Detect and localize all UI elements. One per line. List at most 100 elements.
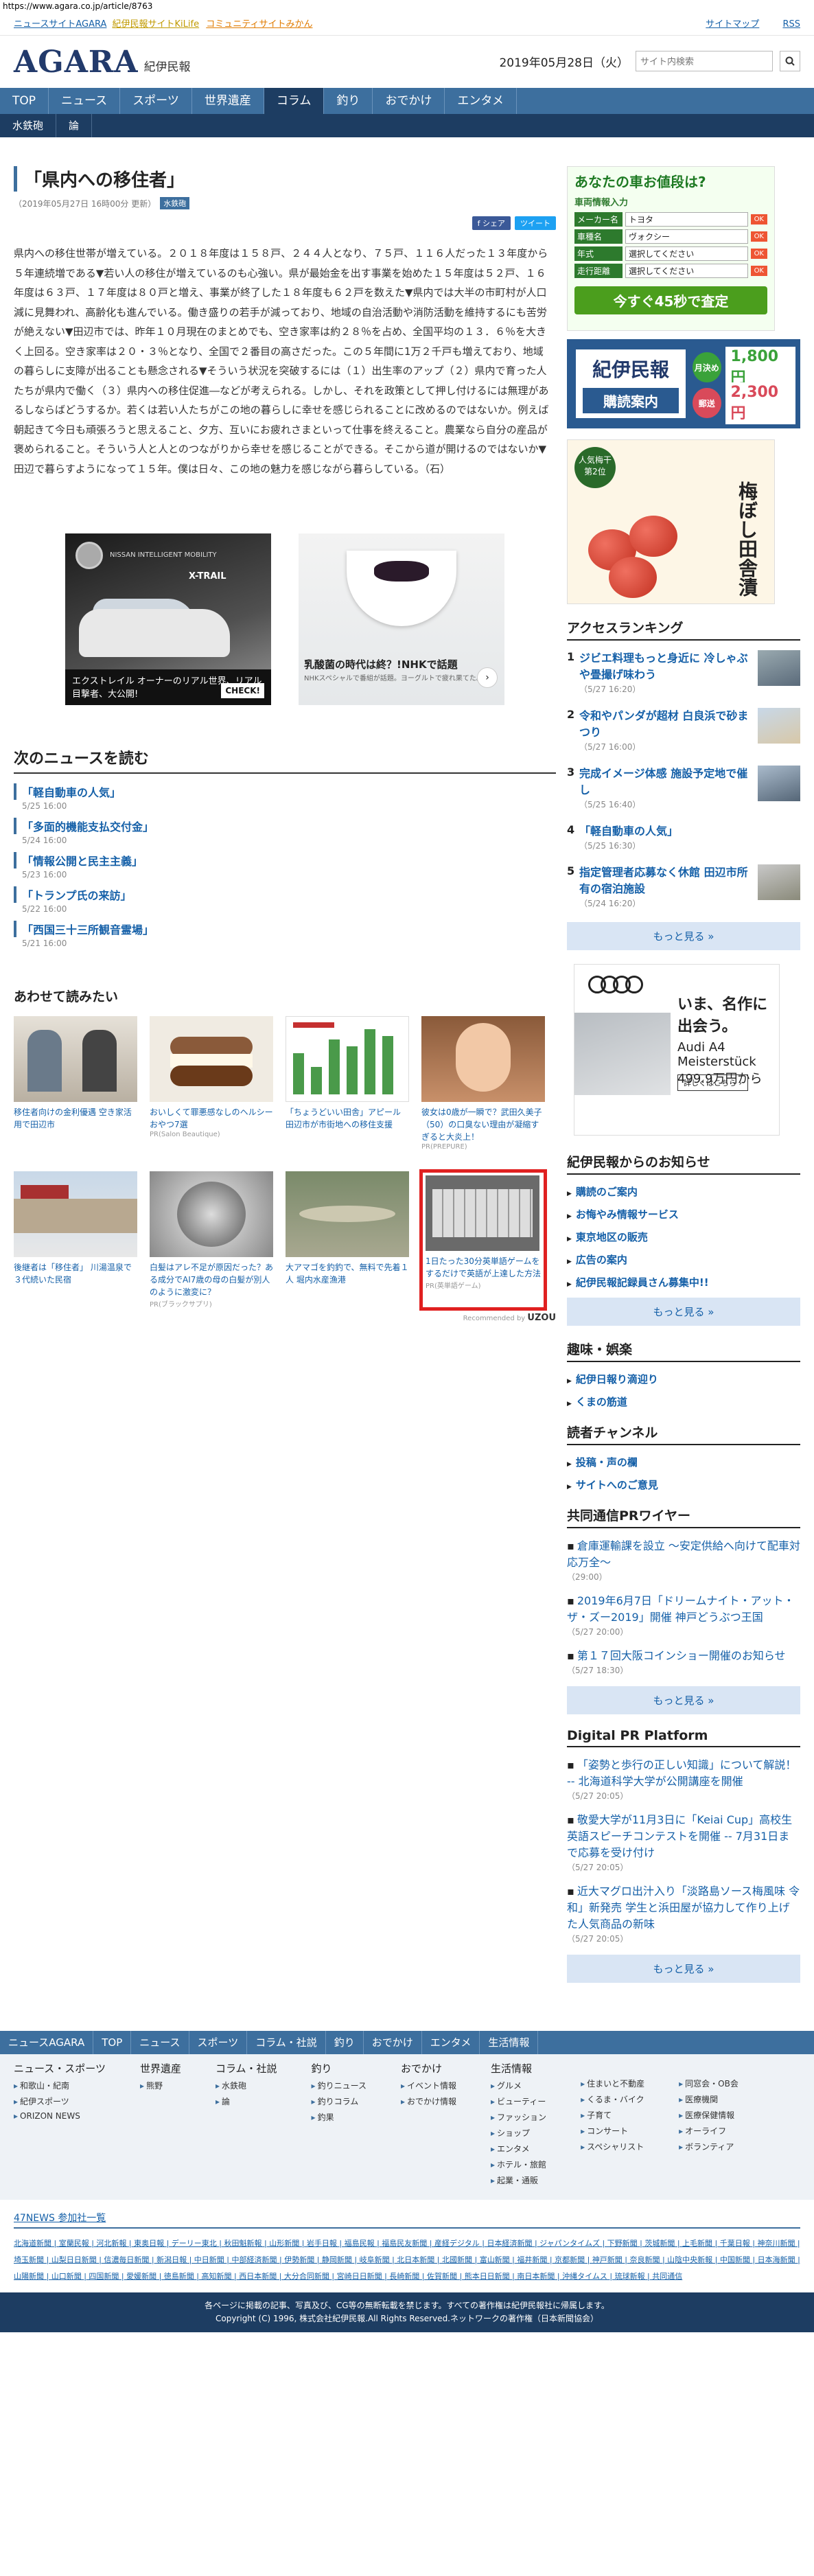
footer-link[interactable]: 水鉄砲 — [216, 2080, 277, 2091]
car-ad-ok-button[interactable]: OK — [750, 266, 767, 276]
prwire-more-button[interactable]: もっと見る » — [567, 1686, 800, 1714]
footer-link[interactable]: 起業・通販 — [491, 2174, 546, 2186]
next-news-link[interactable]: 「情報公開と民主主義」 — [14, 852, 143, 869]
search-button[interactable] — [780, 51, 800, 71]
car-appraisal-ad[interactable]: あなたの車お値段は? 車両情報入力 メーカー名 トヨタ OK 車種名 ヴォクシー OK … — [567, 166, 775, 331]
notice-link[interactable]: 東京地区の販売 — [567, 1230, 800, 1244]
reader-link[interactable]: サイトへのご意見 — [567, 1477, 800, 1492]
nav-outing[interactable]: おでかけ — [373, 88, 445, 114]
top-link-kilife[interactable]: 紀伊民報サイトKiLife — [113, 19, 200, 30]
subnav-mizudeppo[interactable]: 水鉄砲 — [0, 114, 57, 137]
footer-nav-item[interactable]: TOP — [93, 2031, 132, 2054]
related-card[interactable]: 「ちょうどいい田舎」アピール 田辺市が市街地への移住支援 — [286, 1016, 409, 1151]
prwire-title[interactable]: 倉庫運輸課を設立 ～安定供給へ向けて配車対応万全～ — [567, 1539, 800, 1569]
related-card[interactable]: 移住者向けの金利優遇 空き家活用で田辺市 — [14, 1016, 137, 1151]
rank-title[interactable]: ジビエ料理もっと身近に 冷しゃぶや畳撮げ味わう — [579, 652, 748, 681]
audi-cta-button[interactable]: 詳しくはこちら › — [677, 1074, 748, 1091]
footer-nav-item[interactable]: おでかけ — [364, 2031, 422, 2054]
prwire-item[interactable]: 第１７回大阪コインショー開催のお知らせ （5/27 18:30） — [567, 1648, 800, 1677]
footer-nav-item[interactable]: コラム・社説 — [247, 2031, 326, 2054]
footer-link[interactable]: ショップ — [491, 2127, 546, 2139]
notice-more-button[interactable]: もっと見る » — [567, 1298, 800, 1326]
nav-news[interactable]: ニュース — [49, 88, 121, 114]
digitalpr-more-button[interactable]: もっと見る » — [567, 1955, 800, 1983]
next-news-link[interactable]: 「多面的機能支払交付金」 — [14, 818, 154, 834]
footer-link[interactable]: コンサート — [581, 2125, 644, 2137]
sitemap-link[interactable]: サイトマップ — [706, 19, 759, 30]
footer-nav-item[interactable]: 釣り — [326, 2031, 364, 2054]
ranking-more-button[interactable]: もっと見る » — [567, 922, 800, 950]
footer-link[interactable]: ファッション — [491, 2111, 546, 2123]
footer-link[interactable]: 医療保健情報 — [679, 2109, 739, 2121]
related-card[interactable]: おいしくて罪悪感なしのヘルシーおやつ7選 PR(Salon Beautique) — [150, 1016, 273, 1151]
rank-title[interactable]: 「軽自動車の人気」 — [579, 825, 678, 838]
prwire-item[interactable]: 倉庫運輸課を設立 ～安定供給へ向けて配車対応万全～ （29:00） — [567, 1538, 800, 1583]
notice-link[interactable]: お悔やみ情報サービス — [567, 1207, 800, 1221]
car-ad-select[interactable]: ヴォクシー — [625, 229, 748, 244]
footer-nav-item[interactable]: ニュース — [131, 2031, 189, 2054]
uzou-logo[interactable]: UZOU — [527, 1313, 556, 1323]
footer-link[interactable]: 子育て — [581, 2109, 644, 2121]
audi-ad[interactable]: いま、名作に出会う。 Audi A4 Meisterstück 499.9万円か… — [574, 964, 780, 1136]
footer-link[interactable]: 論 — [216, 2095, 277, 2107]
related-card[interactable]: 後継者は「移住者」 川湯温泉で３代続いた民宿 — [14, 1171, 137, 1309]
nav-column[interactable]: コラム — [264, 88, 325, 114]
digitalpr-title[interactable]: 敬愛大学が11月3日に「Keiai Cup」高校生英語スピーチコンテストを開催 … — [567, 1813, 792, 1859]
footer-link[interactable]: 釣りコラム — [312, 2095, 367, 2107]
car-ad-select[interactable]: トヨタ — [625, 212, 748, 227]
rank-title[interactable]: 令和やパンダが超材 白良浜で砂まつり — [579, 709, 748, 739]
rss-link[interactable]: RSS — [782, 19, 800, 30]
footer-link[interactable]: 釣りニュース — [312, 2080, 367, 2091]
digitalpr-item[interactable]: 敬愛大学が11月3日に「Keiai Cup」高校生英語スピーチコンテストを開催 … — [567, 1812, 800, 1874]
related-card-highlighted[interactable]: 1日たった30分英単語ゲームをするだけで英語が上達した方法 PR(英単語ゲーム) — [419, 1169, 547, 1311]
footer-link[interactable]: ボランティア — [679, 2141, 739, 2152]
car-ad-ok-button[interactable]: OK — [750, 249, 767, 259]
car-ad-ok-button[interactable]: OK — [750, 231, 767, 242]
footer-nav-item[interactable]: ニュースAGARA — [0, 2031, 94, 2054]
footer-link[interactable]: 熊野 — [140, 2080, 181, 2091]
twitter-share-button[interactable]: ツイート — [515, 216, 556, 230]
reader-link[interactable]: 投稿・声の欄 — [567, 1455, 800, 1469]
site-logo[interactable]: AGARA — [14, 45, 139, 80]
subscription-box[interactable]: 紀伊民報 購読案内 月決め 1,800円 郵送 2,300円 — [567, 339, 800, 428]
umeboshi-ad[interactable]: 人気梅干 第2位 梅ぼし田舎漬 — [567, 439, 775, 604]
nav-fishing[interactable]: 釣り — [324, 88, 373, 114]
rank-title[interactable]: 指定管理者応募なく休館 田辺市所有の宿泊施設 — [579, 866, 748, 895]
digitalpr-title[interactable]: 近大マグロ出汁入り「淡路島ソース梅風味 令和」新発売 学生と浜田屋が協力して作り… — [567, 1885, 800, 1931]
footer-link[interactable]: ホテル・旅館 — [491, 2159, 546, 2170]
news47-members[interactable]: 北海道新聞 | 室蘭民報 | 河北新報 | 東奥日報 | デーリー東北 | 秋田… — [14, 2235, 800, 2286]
digitalpr-title[interactable]: 「姿勢と歩行の正しい知識」について解説！ -- 北海道科学大学が公開講座を開催 — [567, 1758, 796, 1788]
footer-link[interactable]: ORIZON NEWS — [14, 2111, 106, 2121]
related-card[interactable]: 大アマゴを釣釣で、無料で先着１人 堀内水産漁港 — [286, 1171, 409, 1309]
ranking-item[interactable]: 4 「軽自動車の人気」 （5/25 16:30） — [567, 823, 800, 852]
next-news-link[interactable]: 「西国三十三所観音霊場」 — [14, 921, 154, 937]
article-tag[interactable]: 水鉄砲 — [160, 197, 190, 209]
footer-link[interactable]: 医療機関 — [679, 2093, 739, 2105]
rank-title[interactable]: 完成イメージ体感 施設予定地で催し — [579, 767, 747, 796]
footer-link[interactable]: グルメ — [491, 2080, 546, 2091]
footer-link[interactable]: スペシャリスト — [581, 2141, 644, 2152]
notice-link[interactable]: 広告の案内 — [567, 1252, 800, 1267]
footer-link[interactable]: 同窓会・OB会 — [679, 2078, 739, 2089]
next-news-link[interactable]: 「軽自動車の人気」 — [14, 783, 121, 800]
news47-heading[interactable]: 47NEWS 参加社一覧 — [14, 2211, 800, 2229]
ranking-item[interactable]: 2 令和やパンダが超材 白良浜で砂まつり （5/27 16:00） — [567, 708, 800, 753]
chevron-right-icon[interactable]: › — [477, 667, 498, 688]
search-input[interactable] — [636, 51, 773, 71]
footer-nav-item[interactable]: 生活情報 — [480, 2031, 539, 2054]
related-card[interactable]: 白髪はアレ不足が原因だった？ある成分でAI7歳の母の白髪が別人のように激変に？ … — [150, 1171, 273, 1309]
footer-link[interactable]: オーライフ — [679, 2125, 739, 2137]
top-link-agara[interactable]: ニュースサイトAGARA — [14, 19, 106, 30]
prwire-title[interactable]: 第１７回大阪コインショー開催のお知らせ — [577, 1649, 786, 1662]
footer-link[interactable]: 紀伊スポーツ — [14, 2095, 106, 2107]
top-link-mikan[interactable]: コミュニティサイトみかん — [206, 19, 312, 30]
ranking-item[interactable]: 5 指定管理者応募なく休館 田辺市所有の宿泊施設 （5/24 16:20） — [567, 864, 800, 910]
footer-nav-item[interactable]: スポーツ — [189, 2031, 248, 2054]
nav-heritage[interactable]: 世界遺産 — [192, 88, 264, 114]
next-news-link[interactable]: 「トランプ氏の来訪」 — [14, 886, 132, 903]
hobby-link[interactable]: くまの筋道 — [567, 1394, 800, 1409]
prwire-item[interactable]: 2019年6月7日「ドリームナイト・アット・ザ・ズー2019」開催 神戸どうぶつ… — [567, 1593, 800, 1638]
subnav-ron[interactable]: 論 — [56, 114, 93, 137]
digitalpr-item[interactable]: 「姿勢と歩行の正しい知識」について解説！ -- 北海道科学大学が公開講座を開催 （… — [567, 1757, 800, 1802]
nav-top[interactable]: TOP — [0, 88, 49, 114]
